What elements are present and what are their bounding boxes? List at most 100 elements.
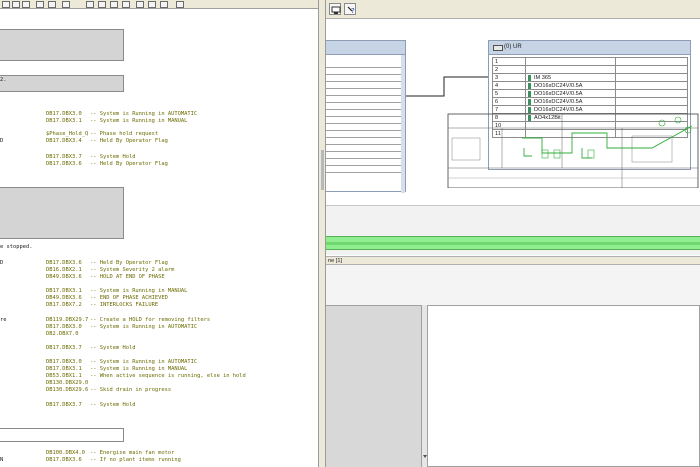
detail-pane-header: ne [1] (326, 256, 700, 265)
module-name: DO16xDC24V/0.5A (534, 98, 583, 105)
station-row[interactable] (326, 82, 402, 89)
operand: DB17.DBX3.7 (46, 402, 82, 408)
slot-number: 6 (492, 97, 526, 106)
statement: D (0, 260, 4, 266)
step-icon[interactable] (86, 1, 94, 8)
rack-slot-row[interactable]: 3 IM 365 (492, 73, 688, 82)
module-icon (528, 90, 531, 97)
statement: N (0, 457, 4, 463)
zoom-icon[interactable] (136, 1, 144, 8)
station-row[interactable] (326, 89, 402, 96)
station-row[interactable] (326, 103, 402, 110)
detail-pane-title: ne [1] (328, 258, 342, 264)
rack-slot-row[interactable]: 1 (492, 57, 688, 66)
station-row[interactable] (326, 117, 402, 124)
module-order-cell (615, 57, 688, 66)
statement-comment: e stopped. (0, 244, 33, 250)
splitter-handle[interactable] (321, 150, 324, 190)
station-row[interactable] (326, 131, 402, 138)
network-title-block[interactable] (0, 75, 124, 92)
station-row[interactable] (326, 61, 402, 68)
line-comment: -- System Hold (90, 154, 136, 160)
rack-slot-row[interactable]: 6 DO16xDC24V/0.5A (492, 97, 688, 106)
station-row[interactable] (326, 110, 402, 117)
rack-slot-row[interactable]: 2 (492, 65, 688, 74)
statement: re (0, 317, 7, 323)
operand: DB17.DBX3.7 (46, 154, 82, 160)
operand: DB17.DBX3.0 (46, 324, 82, 330)
find-icon[interactable] (36, 1, 44, 8)
station-row[interactable] (326, 68, 402, 75)
module-order-cell (615, 89, 688, 98)
network-bus-bar[interactable] (326, 236, 700, 250)
line-comment: -- Held By Operator Flag (90, 260, 168, 266)
undo-icon[interactable] (48, 1, 56, 8)
operand: DB49.DBX3.6 (46, 295, 82, 301)
station-rack-window[interactable] (326, 40, 406, 193)
station-scrollbar[interactable] (401, 55, 405, 193)
line-comment: -- Skid drain in progress (90, 387, 172, 393)
floor-plan-drawing (447, 113, 699, 188)
station-row[interactable] (326, 159, 402, 166)
line-comment: -- HOLD AT END OF PHASE (90, 274, 165, 280)
operand: DB17.DBX3.0 (46, 359, 82, 365)
operand: DB17.DBX7.2 (46, 302, 82, 308)
station-row[interactable] (326, 124, 402, 131)
watch-icon[interactable] (122, 1, 130, 8)
module-name: IM 365 (534, 74, 552, 81)
network-comment-block[interactable] (0, 29, 124, 61)
paste-icon[interactable] (22, 1, 30, 8)
stl-editor-pane: 2. e stopped. DB17.DBX3.0 -- System is R… (0, 0, 318, 467)
module-name: DO16xDC24V/0.5A (534, 82, 583, 89)
scroll-down-icon[interactable] (423, 455, 427, 458)
window-splitter[interactable] (318, 0, 326, 467)
line-comment: -- Phase hold request (90, 131, 159, 137)
rack-title-bar: (0) UR (489, 41, 690, 55)
operand: DB17.DBX3.7 (46, 345, 82, 351)
operand: DB17.DBX3.1 (46, 366, 82, 372)
step-over-icon[interactable] (98, 1, 106, 8)
station-row[interactable] (326, 96, 402, 103)
operand: DB2.DBX7.0 (46, 331, 79, 337)
slot-number: 1 (492, 57, 526, 66)
upload-icon[interactable] (160, 1, 168, 8)
network-header-fragment: 2. (0, 77, 7, 83)
module-cell: DO16xDC24V/0.5A (525, 97, 616, 106)
module-icon (528, 74, 531, 81)
station-row[interactable] (326, 145, 402, 152)
line-comment: -- If no plant items running (90, 457, 181, 463)
drawing-scrollbar[interactable] (422, 305, 428, 467)
detail-left-panel (326, 305, 422, 467)
download-icon[interactable] (148, 1, 156, 8)
module-order-cell (615, 97, 688, 106)
detail-area (326, 265, 700, 467)
station-row[interactable] (326, 152, 402, 159)
operand: DB100.DBX4.0 (46, 450, 85, 456)
goto-icon[interactable] (62, 1, 70, 8)
network-comment-block[interactable] (0, 187, 124, 239)
copy-icon[interactable] (12, 1, 20, 8)
line-comment: -- System Severity 2 alarm (90, 267, 175, 273)
station-row[interactable] (326, 166, 402, 173)
rack-slot-row[interactable]: 4 DO16xDC24V/0.5A (492, 81, 688, 90)
slot-number: 5 (492, 89, 526, 98)
operand: DB130.DBX29.0 (46, 380, 89, 386)
rack-name: (0) UR (504, 44, 522, 50)
station-row[interactable] (326, 138, 402, 145)
network-comment-input[interactable] (0, 428, 124, 442)
monitor-icon[interactable] (110, 1, 118, 8)
operand: DB16.DBX2.1 (46, 267, 82, 273)
station-window-title (326, 41, 405, 55)
cut-icon[interactable] (2, 1, 10, 8)
module-icon (528, 82, 531, 89)
line-comment: -- System is Running in AUTOMATIC (90, 359, 198, 365)
drawing-window[interactable] (422, 305, 700, 467)
rack-slot-row[interactable]: 5 DO16xDC24V/0.5A (492, 89, 688, 98)
line-comment: -- System is Running in MANUAL (90, 288, 188, 294)
station-row[interactable] (326, 75, 402, 82)
tools-icon[interactable] (176, 1, 184, 8)
operand: DB17.DBX3.1 (46, 118, 82, 124)
operand: DB17.DBX3.0 (46, 111, 82, 117)
line-comment: -- System is Running in MANUAL (90, 366, 188, 372)
module-name (525, 65, 616, 74)
